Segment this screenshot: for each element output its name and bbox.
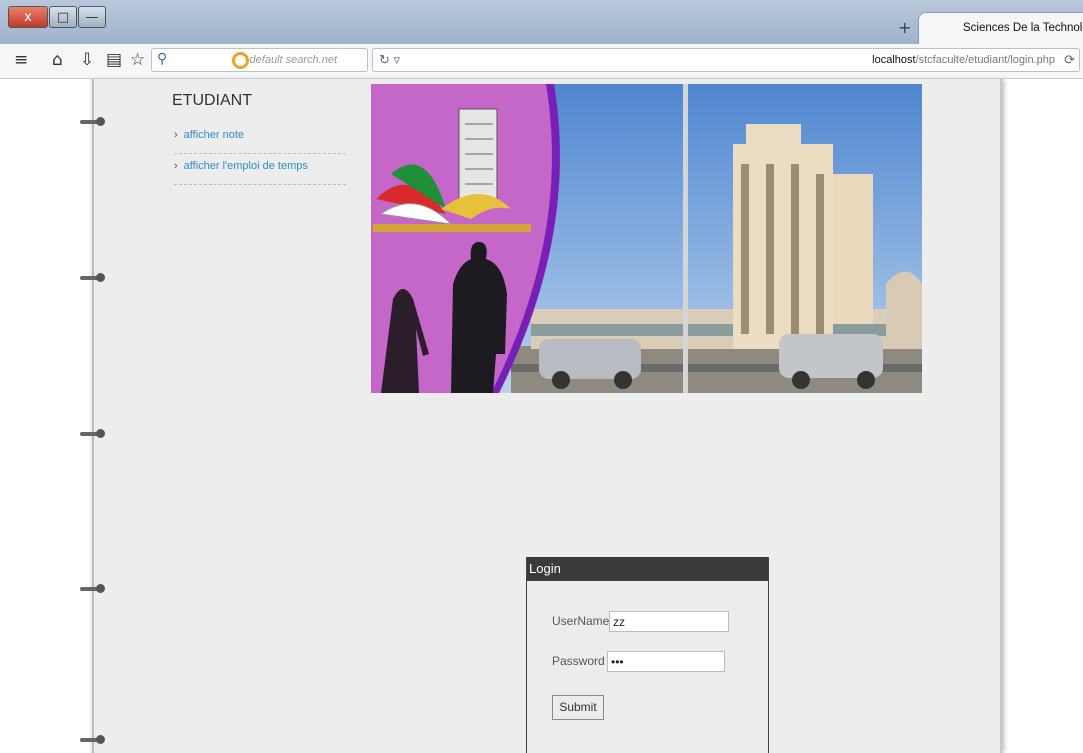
- notebook-spine: [92, 79, 94, 753]
- username-label: UserName :: [552, 614, 617, 628]
- bullet-icon: ›: [174, 160, 178, 172]
- header-banner-image: [371, 84, 922, 393]
- window-titlebar: x □ — + Sciences De la Technologie: [0, 0, 1083, 44]
- browser-tab[interactable]: Sciences De la Technologie: [918, 12, 1083, 44]
- search-engine-icon[interactable]: [232, 52, 249, 69]
- login-panel: Login UserName : zz Password : ••• Submi…: [526, 557, 769, 753]
- menu-icon[interactable]: ≡: [14, 50, 28, 70]
- new-tab-button[interactable]: +: [898, 18, 911, 37]
- minimize-window-button[interactable]: —: [78, 6, 106, 28]
- submit-button[interactable]: Submit: [552, 695, 604, 720]
- reload-icon[interactable]: ⟳: [1064, 52, 1075, 68]
- download-icon[interactable]: ⇩: [80, 50, 94, 70]
- search-placeholder: default search.net: [249, 54, 337, 66]
- binder-ring-icon: [80, 117, 105, 127]
- restore-window-button[interactable]: □: [49, 6, 77, 28]
- password-label: Password :: [552, 654, 612, 668]
- bullet-icon: ›: [174, 129, 178, 141]
- login-heading: Login: [527, 557, 768, 581]
- navigation-toolbar: ≡ ⌂ ⇩ ▤ ☆ ⚲ default search.net ↻ ▿ local…: [0, 44, 1083, 79]
- search-icon: ⚲: [157, 50, 168, 66]
- sidebar-link-afficher-note[interactable]: › afficher note: [174, 129, 346, 154]
- sidebar-title: ETUDIANT: [172, 92, 252, 109]
- address-bar[interactable]: ↻ ▿ localhost/stcfaculte/etudiant/login.…: [372, 48, 1080, 72]
- web-page: ETUDIANT › afficher note › afficher l'empl…: [0, 79, 1083, 753]
- binder-ring-icon: [80, 273, 105, 283]
- sidebar-link-emploi-de-temps[interactable]: › afficher l'emploi de temps: [174, 160, 346, 185]
- tab-title: Sciences De la Technologie: [963, 22, 1083, 34]
- binder-ring-icon: [80, 429, 105, 439]
- password-input[interactable]: •••: [607, 651, 725, 672]
- history-icon[interactable]: ↻ ▿: [379, 52, 400, 68]
- bookmark-star-icon[interactable]: ☆: [130, 50, 145, 70]
- window-controls: x □ —: [8, 6, 107, 28]
- close-window-button[interactable]: x: [8, 6, 48, 28]
- binder-ring-icon: [80, 735, 105, 745]
- home-icon[interactable]: ⌂: [52, 50, 63, 70]
- search-input[interactable]: ⚲ default search.net: [151, 48, 368, 72]
- username-input[interactable]: zz: [609, 611, 729, 632]
- binder-ring-icon: [80, 584, 105, 594]
- url-text: localhost/stcfaculte/etudiant/login.php: [872, 54, 1055, 66]
- library-icon[interactable]: ▤: [106, 50, 122, 70]
